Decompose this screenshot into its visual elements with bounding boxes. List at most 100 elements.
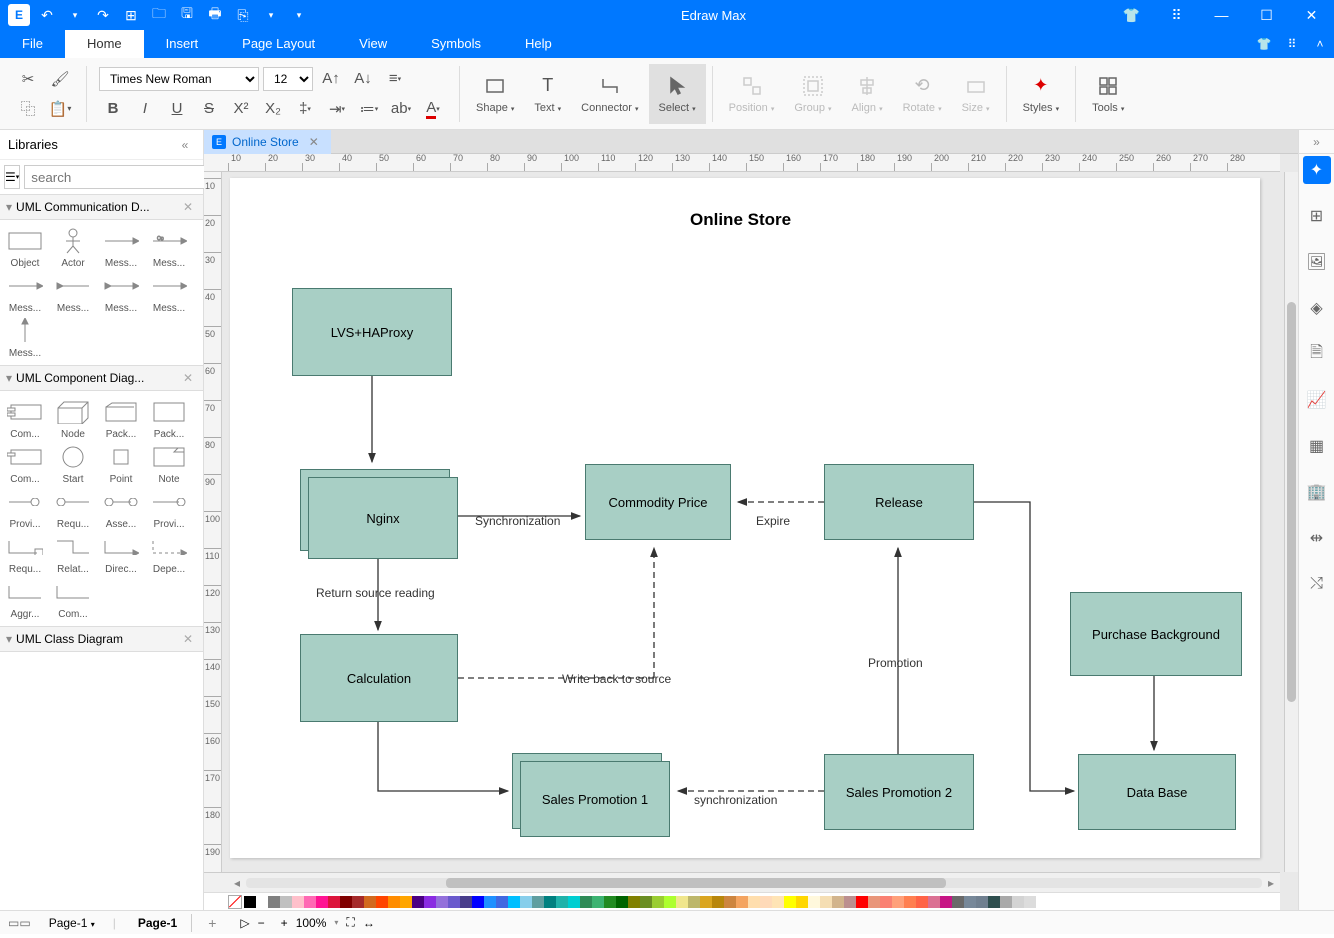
print-icon[interactable]: 🖶 — [204, 4, 226, 26]
library-shape[interactable]: Point — [98, 442, 144, 485]
node-promo1[interactable]: Sales Promotion 1 — [520, 761, 670, 837]
right-image-icon[interactable]: 🖼 — [1303, 248, 1331, 276]
color-swatch[interactable] — [340, 896, 352, 908]
vertical-scrollbar[interactable] — [1284, 172, 1298, 872]
color-swatch[interactable] — [628, 896, 640, 908]
fit-width-icon[interactable]: ↔ — [363, 916, 375, 930]
menu-view[interactable]: View — [337, 30, 409, 58]
paste-icon[interactable]: 📋▾ — [46, 97, 74, 121]
theme-icon[interactable]: 👕 — [1109, 0, 1154, 30]
color-swatch[interactable] — [592, 896, 604, 908]
library-shape[interactable]: Mess... — [146, 271, 192, 314]
color-swatch[interactable] — [424, 896, 436, 908]
color-swatch[interactable] — [832, 896, 844, 908]
shirt-icon[interactable]: 👕 — [1250, 30, 1278, 58]
align-tool[interactable]: Align ▾ — [842, 64, 893, 124]
right-cursor-icon[interactable]: ✦ — [1303, 156, 1331, 184]
horizontal-scrollbar[interactable]: ◂ ▸ — [204, 872, 1280, 892]
font-shrink-icon[interactable]: A↓ — [349, 67, 377, 91]
color-swatch[interactable] — [484, 896, 496, 908]
minimize-button[interactable]: — — [1199, 0, 1244, 30]
apps-icon[interactable]: ⠿ — [1154, 0, 1199, 30]
color-swatch[interactable] — [292, 896, 304, 908]
library-shape[interactable]: Mess... — [50, 271, 96, 314]
more-qat-icon[interactable]: ▾ — [288, 4, 310, 26]
color-swatch[interactable] — [808, 896, 820, 908]
node-nginx[interactable]: Nginx — [308, 477, 458, 559]
right-page-icon[interactable]: 🗎 — [1303, 340, 1331, 368]
position-tool[interactable]: Position ▾ — [719, 64, 785, 124]
node-price[interactable]: Commodity Price — [585, 464, 731, 540]
doc-tab[interactable]: E Online Store ✕ — [204, 130, 331, 154]
close-cat-icon[interactable]: ✕ — [179, 371, 197, 385]
no-fill-swatch[interactable] — [228, 895, 242, 909]
color-swatch[interactable] — [820, 896, 832, 908]
rotate-tool[interactable]: ⟲Rotate ▾ — [893, 64, 952, 124]
select-tool[interactable]: Select ▾ — [649, 64, 706, 124]
library-shape[interactable]: Note — [146, 442, 192, 485]
copy-icon[interactable]: ⿻ — [14, 97, 42, 121]
color-swatch[interactable] — [784, 896, 796, 908]
page-selector[interactable]: Page-1 ▾ — [39, 914, 105, 932]
superscript-icon[interactable]: X² — [227, 97, 255, 121]
line-spacing-icon[interactable]: ‡▾ — [291, 97, 319, 121]
library-shape[interactable]: Aggr... — [2, 577, 48, 620]
collapse-library-icon[interactable]: « — [175, 138, 195, 152]
node-purchase[interactable]: Purchase Background — [1070, 592, 1242, 676]
library-menu-icon[interactable]: ☰▾ — [4, 165, 20, 189]
subscript-icon[interactable]: X₂ — [259, 97, 287, 121]
page-list-icon[interactable]: ▭▭ — [8, 916, 31, 930]
color-swatch[interactable] — [916, 896, 928, 908]
color-swatch[interactable] — [508, 896, 520, 908]
page-tab-current[interactable]: Page-1 — [124, 914, 192, 932]
color-swatch[interactable] — [868, 896, 880, 908]
library-shape[interactable]: Mess... — [2, 271, 48, 314]
font-family-select[interactable]: Times New Roman — [99, 67, 259, 91]
color-swatch[interactable] — [976, 896, 988, 908]
bullets-icon[interactable]: ≔▾ — [355, 97, 383, 121]
node-calc[interactable]: Calculation — [300, 634, 458, 722]
collapse-ribbon-icon[interactable]: ˄ — [1306, 30, 1334, 58]
grid-icon[interactable]: ⠿ — [1278, 30, 1306, 58]
color-swatch[interactable] — [304, 896, 316, 908]
color-swatch[interactable] — [496, 896, 508, 908]
group-tool[interactable]: Group ▾ — [784, 64, 841, 124]
indent-icon[interactable]: ⇥▾ — [323, 97, 351, 121]
color-swatch[interactable] — [952, 896, 964, 908]
library-shape[interactable]: Pack... — [146, 397, 192, 440]
color-swatch[interactable] — [676, 896, 688, 908]
format-painter-icon[interactable]: 🖌 — [46, 67, 74, 91]
tools-tool[interactable]: Tools ▾ — [1082, 64, 1134, 124]
color-swatch[interactable] — [724, 896, 736, 908]
zoom-dropdown-icon[interactable]: ▾ — [334, 918, 338, 927]
color-swatch[interactable] — [964, 896, 976, 908]
library-shape[interactable]: Com... — [50, 577, 96, 620]
color-swatch[interactable] — [844, 896, 856, 908]
undo-dropdown-icon[interactable]: ▾ — [64, 4, 86, 26]
color-swatch[interactable] — [520, 896, 532, 908]
color-swatch[interactable] — [748, 896, 760, 908]
lib-cat-uml-comp[interactable]: ▾UML Component Diag...✕ — [0, 365, 203, 391]
color-swatch[interactable] — [400, 896, 412, 908]
connector-tool[interactable]: Connector ▾ — [571, 64, 648, 124]
menu-home[interactable]: Home — [65, 30, 144, 58]
color-swatch[interactable] — [1024, 896, 1036, 908]
color-swatch[interactable] — [532, 896, 544, 908]
library-shape[interactable]: Provi... — [2, 487, 48, 530]
page[interactable]: Online Store LVS+HAProxy Nginx Commodity… — [230, 178, 1260, 858]
cut-icon[interactable]: ✂ — [14, 67, 42, 91]
zoom-out-icon[interactable]: − — [258, 916, 265, 930]
menu-page-layout[interactable]: Page Layout — [220, 30, 337, 58]
strike-icon[interactable]: S — [195, 97, 223, 121]
font-color-icon[interactable]: A▾ — [419, 97, 447, 121]
redo-icon[interactable]: ↷ — [92, 4, 114, 26]
right-align-icon[interactable]: ⇹ — [1303, 524, 1331, 552]
app-logo-icon[interactable]: E — [8, 4, 30, 26]
shape-tool[interactable]: Shape ▾ — [466, 64, 524, 124]
color-swatch[interactable] — [268, 896, 280, 908]
right-table-icon[interactable]: ▦ — [1303, 432, 1331, 460]
color-swatch[interactable] — [700, 896, 712, 908]
color-swatch[interactable] — [712, 896, 724, 908]
library-search-input[interactable] — [24, 165, 233, 189]
color-swatch[interactable] — [616, 896, 628, 908]
